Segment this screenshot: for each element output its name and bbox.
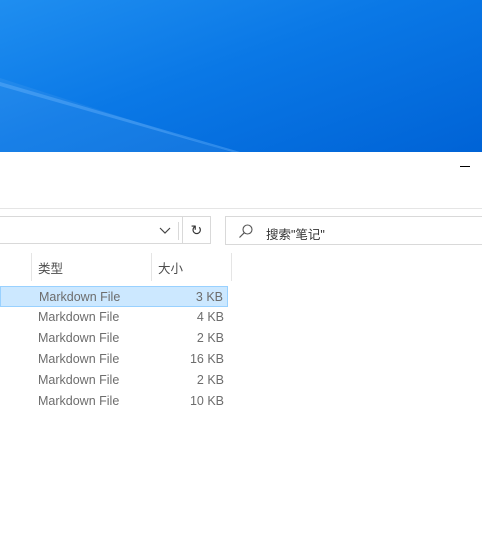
search-placeholder: 搜索"笔记" (266, 228, 325, 242)
column-separator[interactable] (231, 253, 232, 281)
chevron-down-icon (159, 227, 171, 234)
file-explorer-window: ↻ 搜索"笔记" 类型 大小 Markdown File 3 KB Markdown… (0, 152, 482, 555)
file-type: Markdown File (38, 394, 120, 408)
search-input[interactable]: 搜索"笔记" (225, 216, 482, 245)
file-size: 3 KB (195, 290, 223, 304)
column-header-type-label: 类型 (38, 261, 64, 276)
file-size: 4 KB (196, 310, 224, 324)
refresh-icon: ↻ (190, 221, 203, 238)
refresh-button[interactable]: ↻ (182, 216, 211, 244)
file-row[interactable]: Markdown File 16 KB (0, 349, 228, 370)
file-type: Markdown File (38, 352, 120, 366)
file-row[interactable]: Markdown File 2 KB (0, 370, 228, 391)
minimize-button[interactable] (460, 166, 470, 167)
wallpaper-light-beam (0, 78, 240, 152)
address-history-button[interactable] (152, 222, 179, 240)
file-type: Markdown File (38, 373, 120, 387)
file-type: Markdown File (39, 290, 121, 304)
file-type: Markdown File (38, 310, 120, 324)
column-header-size-label: 大小 (158, 261, 184, 276)
column-header-type[interactable]: 类型 (32, 253, 151, 281)
desktop-wallpaper (0, 0, 482, 152)
file-type: Markdown File (38, 331, 120, 345)
title-bar (0, 152, 482, 182)
search-icon (239, 224, 253, 238)
file-row[interactable]: Markdown File 10 KB (0, 391, 228, 412)
address-bar[interactable] (0, 216, 210, 244)
file-size: 2 KB (196, 331, 224, 345)
column-header-size[interactable]: 大小 (152, 253, 231, 281)
file-size: 16 KB (189, 352, 224, 366)
file-size: 10 KB (189, 394, 224, 408)
file-size: 2 KB (196, 373, 224, 387)
file-row[interactable]: Markdown File 2 KB (0, 328, 228, 349)
divider (0, 208, 482, 209)
file-row[interactable]: Markdown File 3 KB (0, 286, 228, 307)
file-row[interactable]: Markdown File 4 KB (0, 307, 228, 328)
